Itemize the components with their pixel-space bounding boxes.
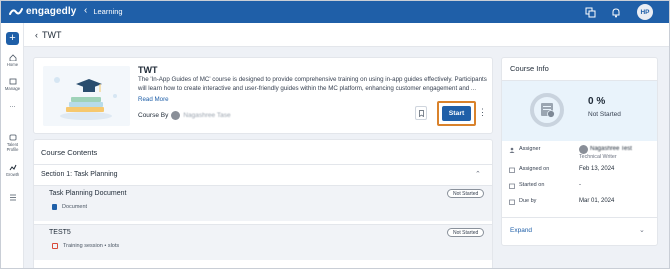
assigner-name: Nagashree Test (590, 146, 632, 152)
notifications-bell-icon[interactable] (610, 6, 622, 18)
due-by-row: Due by Mar 01, 2024 (502, 196, 657, 212)
due-by-label: Due by (519, 198, 537, 204)
due-by-value: Mar 01, 2024 (579, 198, 615, 204)
course-info-card: Course Info 0 % Not Started Assigner Nag… (501, 57, 658, 246)
translate-icon[interactable] (584, 6, 596, 18)
page-title-text: TWT (42, 30, 62, 40)
course-info-title: Course Info (510, 64, 549, 73)
talent-profile-icon (9, 134, 16, 141)
started-on-label: Started on (519, 182, 545, 188)
top-bar: engagedly ‹ Learning HP (1, 1, 669, 23)
growth-icon (9, 164, 16, 171)
chevron-down-icon[interactable]: ⌄ (639, 226, 645, 234)
menu-icon (9, 194, 16, 201)
engagedly-logo[interactable]: engagedly (9, 6, 76, 17)
expand-label: Expand (510, 227, 533, 234)
assigner-role: Technical Writer (579, 154, 617, 160)
sidebar-item-label: Growth (5, 172, 20, 177)
sidebar-item-more[interactable]: ... (1, 102, 24, 109)
document-icon (52, 204, 57, 210)
bookmark-icon (418, 109, 424, 117)
content-item[interactable]: Task Planning Document Not Started Docum… (34, 185, 492, 221)
section-title: Section 1: Task Planning (41, 171, 118, 178)
assigner-avatar (579, 145, 588, 154)
course-title: TWT (138, 65, 158, 75)
sidebar-item-talent-profile[interactable]: Talent Profile (1, 134, 24, 152)
assigner-row: Assigner Nagashree Test Technical Writer (502, 144, 657, 160)
read-more-link[interactable]: Read More (138, 96, 169, 103)
course-description: The 'In-App Guides of MC' course is desi… (138, 76, 487, 92)
section-header[interactable]: Section 1: Task Planning ⌃ (34, 165, 492, 185)
course-by-label: Course By (138, 112, 169, 119)
course-contents-card: Course Contents Section 1: Task Planning… (33, 139, 493, 268)
engagedly-logo-icon (9, 8, 23, 15)
course-thumbnail (43, 66, 130, 126)
chevron-up-icon[interactable]: ⌃ (475, 170, 481, 178)
sidebar-collapse-toggle[interactable] (1, 194, 24, 202)
back-to-learning-link[interactable]: ‹ Learning (84, 6, 123, 16)
content-item-type-label: Document (62, 204, 88, 210)
sidebar-item-label: Home (6, 62, 19, 67)
started-on-value: - (579, 182, 581, 188)
content-item-type: Training session • slots (52, 243, 119, 249)
course-card: TWT The 'In-App Guides of MC' course is … (33, 57, 493, 134)
sidebar-item-home[interactable]: Home (1, 54, 24, 67)
started-on-row: Started on - (502, 180, 657, 196)
sidebar-item-manage[interactable]: Manage (1, 78, 24, 91)
progress-panel: 0 % Not Started (502, 81, 657, 141)
app-window: engagedly ‹ Learning HP + Home Manage ..… (0, 0, 670, 269)
sidebar-item-growth[interactable]: Growth (1, 164, 24, 177)
expand-toggle[interactable]: Expand ⌄ (502, 217, 657, 244)
add-icon[interactable]: + (6, 32, 19, 45)
app-name: engagedly (26, 6, 77, 17)
left-sidebar: + Home Manage ... Talent Profile Growth (1, 23, 24, 268)
status-badge: Not Started (447, 228, 485, 237)
home-icon (9, 54, 16, 61)
sidebar-item-label: Manage (4, 86, 21, 91)
more-icon: ... (9, 102, 16, 109)
more-options-icon[interactable]: ⋮ (478, 108, 487, 117)
calendar-icon (509, 167, 515, 173)
page-header: ‹ TWT (24, 23, 669, 47)
status-badge: Not Started (447, 189, 485, 198)
progress-status: Not Started (588, 111, 621, 118)
content-item-title: Task Planning Document (49, 190, 127, 197)
assigned-on-value: Feb 13, 2024 (579, 166, 615, 172)
back-label: Learning (93, 6, 123, 16)
sidebar-item-label: Talent Profile (6, 142, 19, 152)
author-avatar (171, 111, 181, 120)
start-button[interactable]: Start (442, 106, 471, 121)
content-item-type-label: Training session • slots (63, 243, 120, 249)
assigned-on-label: Assigned on (519, 166, 550, 172)
progress-ring (530, 93, 564, 127)
manage-icon (9, 78, 16, 85)
assigned-on-row: Assigned on Feb 13, 2024 (502, 164, 657, 180)
chevron-left-icon[interactable]: ‹ (35, 30, 38, 40)
bookmark-button[interactable] (415, 106, 427, 120)
user-icon (509, 147, 515, 153)
course-author: Course By Nagashree Tase (138, 111, 231, 120)
progress-percent: 0 % (588, 96, 606, 107)
user-avatar[interactable]: HP (637, 4, 653, 20)
calendar-icon (509, 183, 515, 189)
chevron-left-icon: ‹ (84, 5, 88, 16)
training-session-icon (52, 243, 58, 249)
author-name: Nagashree Tase (183, 112, 231, 119)
assigner-label: Assigner (519, 146, 541, 152)
course-contents-title: Course Contents (41, 148, 98, 157)
content-item-type: Document (52, 204, 87, 210)
content-item-title: TEST5 (49, 229, 71, 236)
start-button-highlight: Start (437, 101, 476, 126)
page-title[interactable]: ‹ TWT (35, 30, 62, 40)
content-item[interactable]: TEST5 Not Started Training session • slo… (34, 224, 492, 260)
calendar-icon (509, 199, 515, 205)
